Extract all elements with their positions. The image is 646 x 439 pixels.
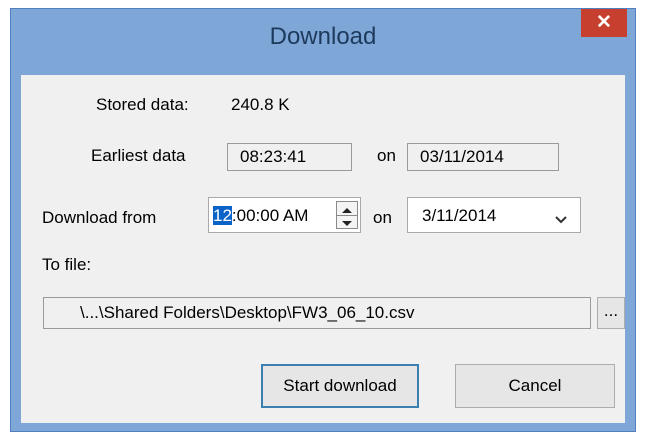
dialog-body: Stored data: 240.8 K Earliest data 08:23…	[21, 75, 625, 423]
download-dialog: Download ✕ Stored data: 240.8 K Earliest…	[10, 8, 636, 432]
download-from-on-label: on	[373, 208, 392, 227]
download-from-date-picker[interactable]: 3/11/2014	[407, 197, 581, 233]
to-file-label: To file:	[42, 255, 92, 274]
start-download-button[interactable]: Start download	[261, 364, 419, 408]
time-rest: :00:00 AM	[231, 206, 309, 225]
spin-up-icon[interactable]	[337, 202, 357, 216]
download-from-date-value: 3/11/2014	[422, 206, 497, 225]
cancel-button[interactable]: Cancel	[455, 364, 615, 408]
spin-down-icon[interactable]	[337, 215, 357, 228]
time-hour-selected[interactable]: 12	[213, 206, 232, 225]
file-path-field[interactable]: \...\Shared Folders\Desktop\FW3_06_10.cs…	[43, 297, 591, 329]
time-spinner[interactable]	[336, 201, 358, 229]
close-icon: ✕	[596, 12, 612, 33]
earliest-time-value: 08:23:41	[227, 143, 352, 171]
dialog-title: Download	[269, 23, 377, 50]
download-from-time-picker[interactable]: 12:00:00 AM	[208, 197, 361, 233]
earliest-on-label: on	[377, 146, 396, 165]
close-button[interactable]: ✕	[581, 9, 627, 37]
title-bar[interactable]: Download ✕	[11, 9, 635, 75]
browse-button[interactable]: ...	[597, 297, 625, 329]
earliest-date-value: 03/11/2014	[407, 143, 559, 171]
earliest-data-label: Earliest data	[91, 146, 186, 165]
stored-data-value: 240.8 K	[231, 95, 290, 114]
download-from-label: Download from	[42, 208, 157, 227]
chevron-down-icon[interactable]	[554, 210, 568, 230]
stored-data-label: Stored data:	[96, 95, 189, 114]
